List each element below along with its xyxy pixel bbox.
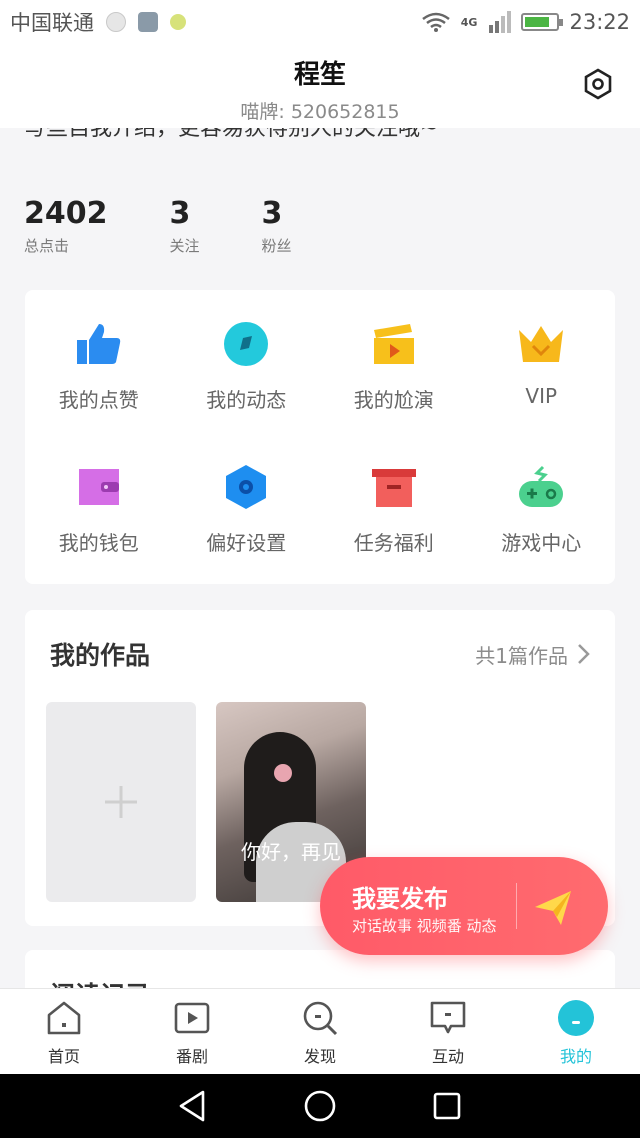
- publish-subtitle: 对话故事 视频番 动态: [352, 917, 497, 935]
- grid-item-vip[interactable]: VIP: [468, 320, 616, 463]
- home-icon: [47, 1001, 81, 1035]
- grid-item-moments[interactable]: 我的动态: [173, 320, 321, 463]
- play-icon: [174, 1002, 210, 1034]
- profile-header: 程笙 喵牌: 520652815: [0, 44, 640, 128]
- tab-label: 我的: [559, 1047, 592, 1066]
- network-type: 4G: [460, 15, 478, 29]
- battery-icon: [521, 13, 564, 31]
- tab-label: 互动: [431, 1047, 464, 1066]
- grid-item-likes[interactable]: 我的点赞: [25, 320, 173, 463]
- tab-discover[interactable]: 发现: [256, 989, 384, 1074]
- grid-label: VIP: [525, 384, 558, 408]
- stat-label: 粉丝: [261, 237, 292, 255]
- home-circle-icon[interactable]: [302, 1088, 338, 1124]
- works-count: 共1篇作品: [475, 643, 568, 668]
- notification-icon: [106, 12, 126, 32]
- stat-label: 总点击: [24, 237, 70, 255]
- publish-title: 我要发布: [352, 885, 448, 913]
- signal-icon: [489, 11, 512, 33]
- profile-icon: [558, 1000, 594, 1036]
- status-bar: 中国联通 4G 23:22: [0, 0, 640, 44]
- carrier-label: 中国联通: [10, 11, 94, 35]
- stat-following[interactable]: 3 关注: [170, 196, 200, 256]
- tab-label: 发现: [303, 1047, 336, 1066]
- stat-fans[interactable]: 3 粉丝: [262, 196, 292, 256]
- tab-interact[interactable]: 互动: [384, 989, 512, 1074]
- fab-divider: [516, 883, 517, 929]
- grid-label: 任务福利: [353, 531, 434, 555]
- grid-item-tasks[interactable]: 任务福利: [320, 463, 468, 606]
- gift-box-icon: [371, 469, 416, 507]
- grid-label: 我的钱包: [58, 531, 139, 555]
- compass-icon: [224, 322, 269, 366]
- stat-value: 2402: [24, 196, 108, 231]
- settings-icon[interactable]: [582, 68, 614, 100]
- hexagon-settings-icon: [226, 465, 267, 509]
- grid-label: 我的尬演: [353, 388, 434, 412]
- clock: 23:22: [569, 10, 630, 34]
- works-count-link[interactable]: 共1篇作品: [475, 640, 590, 669]
- grid-item-acting[interactable]: 我的尬演: [320, 320, 468, 463]
- crown-icon: [519, 326, 564, 362]
- works-title: 我的作品: [50, 641, 151, 670]
- stat-label: 关注: [169, 237, 200, 255]
- add-work-button[interactable]: [46, 702, 196, 902]
- publish-button[interactable]: 我要发布 对话故事 视频番 动态: [320, 857, 608, 955]
- system-nav-bar: [0, 1074, 640, 1138]
- stat-value: 3: [169, 196, 191, 231]
- wifi-icon: [422, 12, 450, 32]
- grid-item-games[interactable]: 游戏中心: [468, 463, 616, 606]
- grid-label: 我的动态: [206, 388, 287, 412]
- grid-label: 我的点赞: [58, 388, 139, 412]
- thumbs-up-icon: [76, 324, 120, 364]
- gamepad-icon: [519, 465, 564, 507]
- grid-item-preferences[interactable]: 偏好设置: [173, 463, 321, 606]
- clapperboard-icon: [373, 324, 414, 364]
- feature-grid-card: 我的点赞 我的动态 我的尬演 VIP 我的钱包 偏好设置 任务福利 游戏中心: [25, 290, 615, 584]
- bottom-tab-bar: 首页 番剧 发现 互动 我的: [0, 988, 640, 1074]
- stat-value: 3: [261, 196, 283, 231]
- chevron-right-icon: [578, 644, 590, 664]
- emoji-icon: [170, 14, 186, 30]
- grid-label: 游戏中心: [501, 531, 582, 555]
- thumbnail-flower: [274, 764, 292, 782]
- profile-id: 喵牌: 520652815: [240, 101, 400, 123]
- back-icon[interactable]: [175, 1088, 211, 1124]
- wallet-icon: [78, 469, 119, 505]
- gallery-icon: [138, 12, 158, 32]
- stat-clicks[interactable]: 2402 总点击: [24, 196, 108, 256]
- tab-label: 番剧: [175, 1047, 208, 1066]
- tab-mine[interactable]: 我的: [512, 989, 640, 1074]
- grid-label: 偏好设置: [206, 531, 287, 555]
- grid-item-wallet[interactable]: 我的钱包: [25, 463, 173, 606]
- tab-home[interactable]: 首页: [0, 989, 128, 1074]
- tab-series[interactable]: 番剧: [128, 989, 256, 1074]
- recents-icon[interactable]: [429, 1088, 465, 1124]
- chat-icon: [430, 1001, 466, 1034]
- tab-label: 首页: [47, 1047, 80, 1066]
- stats-row: 2402 总点击 3 关注 3 粉丝: [24, 196, 354, 256]
- plus-icon: [105, 786, 137, 818]
- profile-name: 程笙: [293, 60, 346, 90]
- search-icon: [303, 1001, 338, 1036]
- work-caption: 你好，再见: [241, 840, 341, 864]
- paper-plane-icon: [535, 891, 571, 925]
